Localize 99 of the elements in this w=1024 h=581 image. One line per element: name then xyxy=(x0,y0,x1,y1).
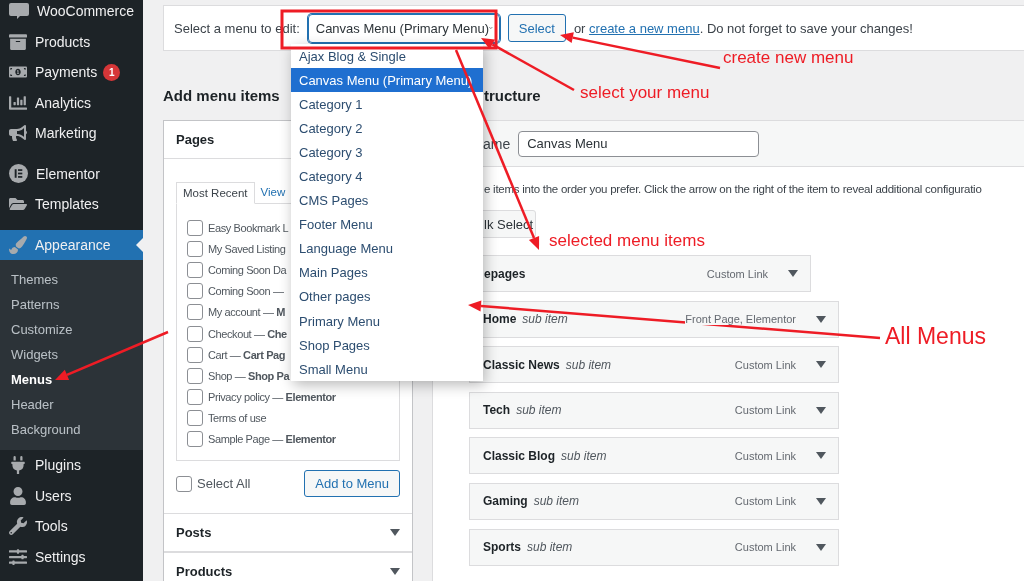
checkbox[interactable] xyxy=(187,283,203,300)
submenu-item[interactable]: Widgets xyxy=(0,342,143,367)
page-label: Shop — Shop Pa xyxy=(208,369,290,382)
dropdown-option[interactable]: Language Menu xyxy=(291,236,483,261)
notification-badge: 1 xyxy=(103,63,121,81)
submenu-item[interactable]: Header xyxy=(0,392,143,417)
bar-chart-icon xyxy=(9,93,27,112)
page-label: My account — M xyxy=(208,306,285,319)
menu-select[interactable]: Canvas Menu (Primary Menu) xyxy=(307,13,500,43)
caret-icon xyxy=(816,543,826,551)
tab[interactable]: Most Recent xyxy=(176,182,255,204)
sidebar-item[interactable]: Marketing xyxy=(0,118,143,149)
checkbox[interactable] xyxy=(187,346,203,363)
dropdown-option[interactable]: Other pages xyxy=(291,284,483,310)
dropdown-option[interactable]: Footer Menu xyxy=(291,212,483,237)
caret-icon xyxy=(816,497,826,505)
page-label: Privacy policy — Elementor xyxy=(208,391,336,404)
submenu-item[interactable]: Patterns xyxy=(0,292,143,317)
sidebar-item[interactable]: Plugins xyxy=(0,450,143,481)
annotation-label: select your menu xyxy=(580,84,710,101)
annotation-label: selected menu items xyxy=(549,232,705,249)
megaphone-icon xyxy=(9,124,27,143)
page-label: Sample Page — Elementor xyxy=(208,433,336,446)
page-label: Cart — Cart Pag xyxy=(208,348,286,361)
checkbox[interactable] xyxy=(187,261,203,278)
checkbox[interactable] xyxy=(187,367,203,384)
sidebar-item[interactable]: Templates xyxy=(0,189,143,220)
checkbox[interactable] xyxy=(176,475,192,492)
sidebar-item[interactable]: WooCommerce xyxy=(0,0,143,27)
plug-icon xyxy=(9,456,27,475)
section-heading: tructure xyxy=(483,86,541,106)
woocommerce-logo-icon xyxy=(9,2,29,21)
dropdown-option[interactable]: Category 3 xyxy=(291,140,483,165)
submenu-item[interactable]: Themes xyxy=(0,267,143,292)
caret-icon xyxy=(816,406,826,414)
dropdown-option[interactable]: Category 2 xyxy=(291,116,483,141)
dropdown-option[interactable]: Small Menu xyxy=(291,357,483,382)
create-menu-link[interactable]: create a new menu xyxy=(589,20,700,36)
submenu-item[interactable]: Customize xyxy=(0,317,143,342)
paintbrush-icon xyxy=(9,235,27,254)
caret-icon xyxy=(816,361,826,369)
tab[interactable]: View xyxy=(254,182,292,204)
page-label: Checkout — Che xyxy=(208,327,287,340)
menu-name-field[interactable]: Canvas Menu xyxy=(518,130,760,157)
annotation-label: create new menu xyxy=(723,49,854,66)
caret-icon xyxy=(816,452,826,460)
checkbox[interactable] xyxy=(187,325,203,342)
page-label: Easy Bookmark L xyxy=(208,221,289,234)
caret-icon xyxy=(816,315,826,323)
accordion-header[interactable]: Products xyxy=(164,552,412,581)
accordion-header[interactable]: Posts xyxy=(164,513,412,553)
elementor-logo-icon xyxy=(9,164,28,184)
sidebar-item[interactable]: Elementor xyxy=(0,158,143,189)
menu-item-card[interactable]: Tech sub item Custom Link xyxy=(469,391,839,429)
caret-icon xyxy=(390,568,400,576)
select-button[interactable]: Select xyxy=(507,14,566,42)
add-to-menu-button[interactable]: Add to Menu xyxy=(304,470,400,498)
checkbox[interactable] xyxy=(187,219,203,236)
checkbox[interactable] xyxy=(187,304,203,321)
sidebar-item[interactable]: Appearance xyxy=(0,229,143,260)
section-heading: Add menu items xyxy=(163,86,280,106)
menu-item-card[interactable]: Classic Blog sub item Custom Link xyxy=(469,437,839,475)
page-label: Coming Soon — xyxy=(208,285,284,298)
sidebar-item[interactable]: Users xyxy=(0,480,143,511)
archive-icon xyxy=(9,32,27,51)
sidebar-item[interactable]: Products xyxy=(0,26,143,57)
checkbox[interactable] xyxy=(187,431,203,448)
chevron-icon xyxy=(489,24,493,32)
checkbox-label: Select All xyxy=(197,476,251,492)
active-pointer-icon xyxy=(136,237,143,252)
dropdown-option[interactable]: Category 4 xyxy=(291,164,483,189)
checkbox[interactable] xyxy=(187,240,203,257)
caret-icon xyxy=(788,270,798,277)
page-label: Coming Soon Da xyxy=(208,263,287,276)
dropdown-option[interactable]: Main Pages xyxy=(291,260,483,285)
user-icon xyxy=(9,486,27,505)
dropdown-option[interactable]: CMS Pages xyxy=(291,188,483,213)
wrench-icon xyxy=(9,517,27,536)
page-label: Terms of use xyxy=(208,412,267,425)
menu-item-card[interactable]: Sports sub item Custom Link xyxy=(469,528,839,566)
sliders-icon xyxy=(9,547,27,566)
checkbox[interactable] xyxy=(187,410,203,427)
sidebar-item[interactable]: Settings xyxy=(0,541,143,572)
annotation-label: All Menus xyxy=(885,325,986,348)
dropdown-option[interactable]: Ajax Blog & Single xyxy=(291,44,483,69)
submenu-item[interactable]: Menus xyxy=(0,367,143,392)
dropdown-option[interactable]: Category 1 xyxy=(291,92,483,117)
dropdown-option[interactable]: Primary Menu xyxy=(291,309,483,334)
caret-icon xyxy=(390,529,400,537)
checkbox[interactable] xyxy=(187,389,203,406)
menu-item-card[interactable]: Gaming sub item Custom Link xyxy=(469,482,839,520)
sidebar-item[interactable]: Tools xyxy=(0,511,143,542)
sidebar-item[interactable]: Payments 1 xyxy=(0,57,143,88)
sidebar-item[interactable]: Analytics xyxy=(0,87,143,118)
page-label: My Saved Listing xyxy=(208,242,286,255)
hint-text: or create a new menu. Do not forget to save your changes! xyxy=(573,20,913,36)
dropdown-option[interactable]: Shop Pages xyxy=(291,333,483,358)
menu-item-card[interactable]: Classic News sub item Custom Link xyxy=(469,346,839,384)
submenu-item[interactable]: Background xyxy=(0,417,143,442)
